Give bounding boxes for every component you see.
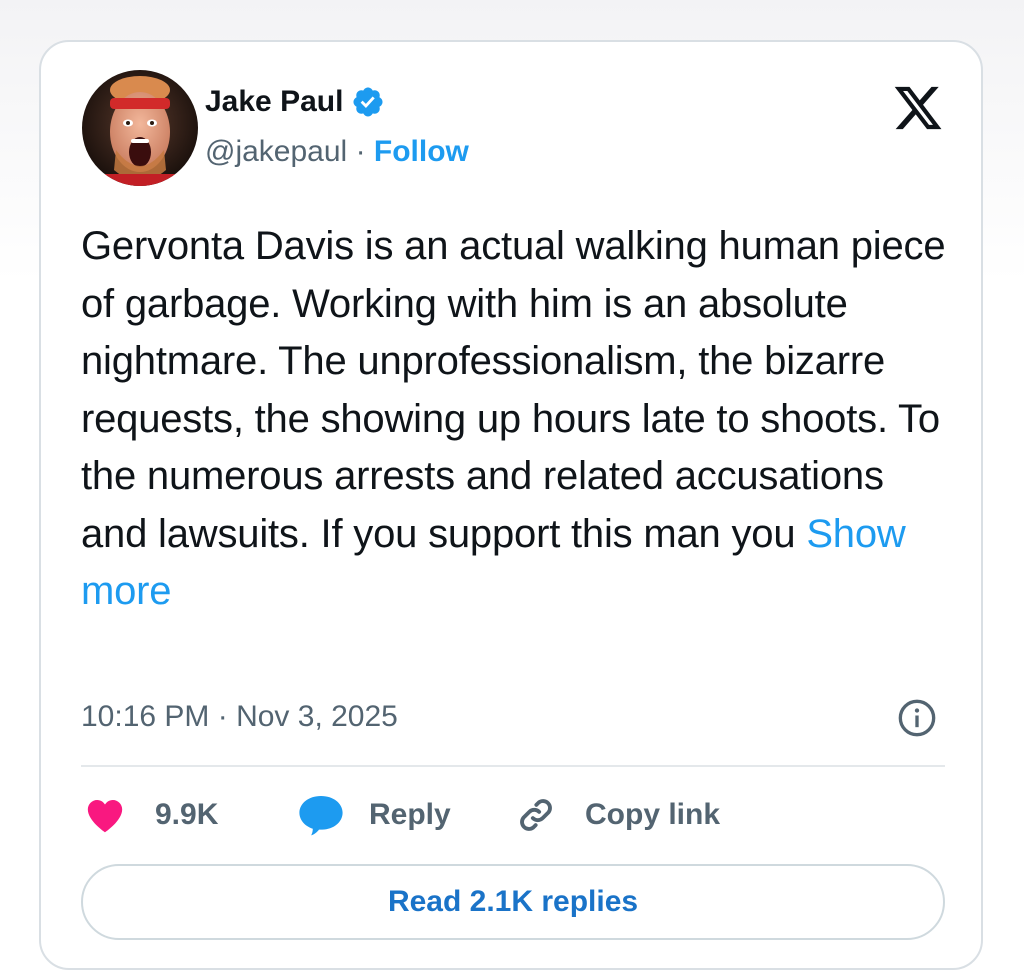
avatar-image xyxy=(82,70,198,186)
verified-badge-icon xyxy=(353,87,383,117)
like-button[interactable]: 9.9K xyxy=(85,789,218,841)
tweet-timestamp[interactable]: 10:16 PM · Nov 3, 2025 xyxy=(81,697,398,737)
read-replies-label: Read 2.1K replies xyxy=(387,885,639,918)
tweet-text-block: Gervonta Davis is an actual walking huma… xyxy=(81,218,951,621)
link-icon xyxy=(520,799,552,831)
read-replies-button[interactable]: Read 2.1K replies xyxy=(81,864,945,940)
avatar[interactable] xyxy=(82,70,198,186)
tweet-text: Gervonta Davis is an actual walking huma… xyxy=(81,224,946,556)
like-count: 9.9K xyxy=(155,798,219,831)
divider xyxy=(81,765,945,767)
handle-line: @jakepaul · Follow xyxy=(205,134,469,170)
reply-bubble-icon xyxy=(299,796,343,836)
author-name[interactable]: Jake Paul xyxy=(205,84,343,120)
heart-icon xyxy=(87,799,123,833)
copy-link-label: Copy link xyxy=(585,798,721,831)
x-logo-icon[interactable] xyxy=(891,82,945,134)
follow-link[interactable]: Follow xyxy=(374,135,469,168)
author-handle[interactable]: @jakepaul xyxy=(205,135,347,168)
handle-separator: · xyxy=(355,135,366,168)
author-name-row[interactable]: Jake Paul xyxy=(205,84,385,120)
reply-label: Reply xyxy=(369,798,451,831)
copy-link-button[interactable]: Copy link xyxy=(515,789,720,841)
reply-button[interactable]: Reply xyxy=(297,789,451,841)
info-icon[interactable] xyxy=(897,698,937,738)
tweet-embed-card: Jake Paul @jakepaul · Follow Gervonta Da… xyxy=(39,40,983,970)
